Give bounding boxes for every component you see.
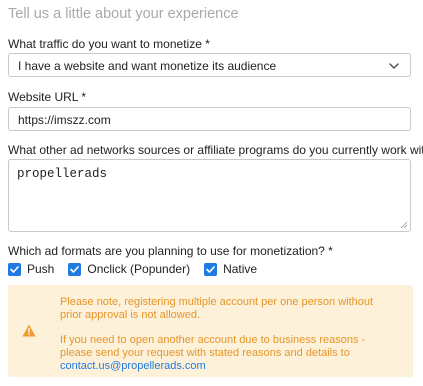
push-option[interactable]: Push [8, 262, 54, 276]
checkmark-icon [206, 265, 215, 273]
warning-icon [22, 324, 36, 337]
ad-networks-value: propellerads [17, 167, 108, 181]
website-url-input[interactable]: https://imszz.com [8, 107, 411, 131]
checkmark-icon [10, 265, 19, 273]
native-option[interactable]: Native [204, 262, 257, 276]
ad-formats-group: Push Onclick (Popunder) Native [8, 261, 257, 277]
traffic-label: What traffic do you want to monetize * [8, 37, 210, 51]
traffic-select[interactable]: I have a website and want monetize its a… [8, 53, 411, 77]
website-url-value: https://imszz.com [18, 113, 111, 127]
resize-handle-icon[interactable] [400, 221, 408, 229]
push-checkbox[interactable] [8, 262, 21, 276]
ad-formats-label: Which ad formats are you planning to use… [8, 244, 333, 258]
contact-email-link[interactable]: contact.us@propellerads.com [60, 360, 206, 372]
traffic-select-value: I have a website and want monetize its a… [18, 59, 277, 73]
native-option-label: Native [223, 262, 258, 276]
notice-text-2-body: If you need to open another account due … [60, 334, 366, 359]
website-url-label: Website URL * [8, 90, 87, 104]
native-checkbox[interactable] [204, 262, 218, 276]
ad-networks-textarea[interactable]: propellerads [8, 159, 411, 232]
chevron-down-icon [389, 63, 399, 69]
onclick-checkbox[interactable] [68, 262, 82, 276]
section-heading: Tell us a little about your experience [8, 6, 239, 22]
notice-text-1: Please note, registering multiple accoun… [60, 296, 374, 321]
notice-text-2: If you need to open another account due … [60, 334, 390, 373]
multiple-account-notice: Please note, registering multiple accoun… [8, 285, 413, 377]
onclick-option-label: Onclick (Popunder) [87, 262, 191, 276]
push-option-label: Push [27, 262, 55, 276]
onclick-option[interactable]: Onclick (Popunder) [68, 262, 190, 276]
checkmark-icon [70, 265, 80, 273]
ad-networks-label: What other ad networks sources or affili… [8, 143, 423, 157]
